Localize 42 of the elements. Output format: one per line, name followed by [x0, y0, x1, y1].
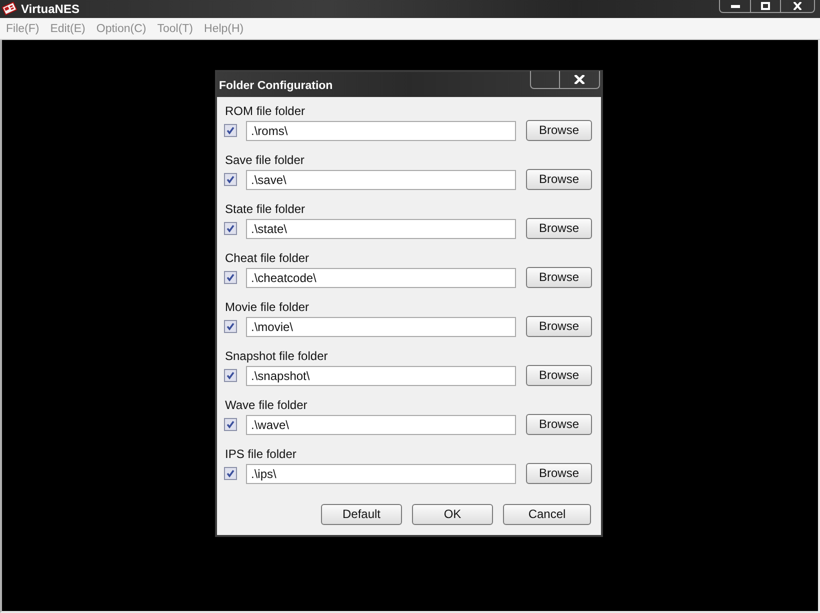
browse-button[interactable]: Browse [526, 218, 592, 239]
checkbox[interactable] [224, 124, 237, 137]
folder-label: ROM file folder [225, 103, 306, 119]
path-field[interactable]: .\save\ [246, 170, 516, 190]
browse-button[interactable]: Browse [526, 169, 592, 190]
path-field[interactable]: .\movie\ [246, 316, 516, 336]
checkbox[interactable] [224, 173, 237, 186]
minimize-icon [730, 4, 740, 8]
browse-button[interactable]: Browse [526, 267, 592, 288]
path-field[interactable]: .\cheatcode\ [246, 268, 516, 288]
folder-label: Movie file folder [225, 299, 310, 315]
checkbox[interactable] [224, 369, 237, 382]
path-field[interactable]: .\roms\ [246, 120, 516, 140]
checkbox[interactable] [224, 271, 237, 284]
checkbox[interactable] [224, 222, 237, 235]
path-field[interactable]: .\state\ [246, 218, 516, 238]
browse-button[interactable]: Browse [526, 120, 592, 141]
window-title: VirtuaNES [21, 1, 80, 18]
browse-button[interactable]: Browse [526, 463, 592, 484]
dialog-title: Folder Configuration [219, 79, 333, 94]
maximize-icon [761, 2, 770, 10]
browse-button[interactable]: Browse [526, 316, 592, 337]
checkbox[interactable] [224, 320, 237, 333]
folder-label: State file folder [225, 201, 306, 217]
default-button[interactable]: Default [321, 504, 402, 525]
folder-label: IPS file folder [225, 446, 298, 462]
close-icon [793, 2, 802, 10]
path-field[interactable]: .\ips\ [246, 464, 516, 484]
checkbox[interactable] [224, 467, 237, 480]
folder-label: Snapshot file folder [225, 348, 329, 364]
close-icon [574, 75, 585, 84]
path-field[interactable]: .\wave\ [246, 414, 516, 434]
ok-button[interactable]: OK [412, 504, 493, 525]
cancel-button[interactable]: Cancel [503, 504, 591, 525]
folder-label: Cheat file folder [225, 250, 310, 266]
checkbox[interactable] [224, 418, 237, 431]
browse-button[interactable]: Browse [526, 365, 592, 386]
browse-button[interactable]: Browse [526, 414, 592, 435]
folder-label: Wave file folder [225, 397, 308, 413]
folder-label: Save file folder [225, 152, 306, 168]
app-icon [2, 1, 17, 16]
path-field[interactable]: .\snapshot\ [246, 366, 516, 386]
